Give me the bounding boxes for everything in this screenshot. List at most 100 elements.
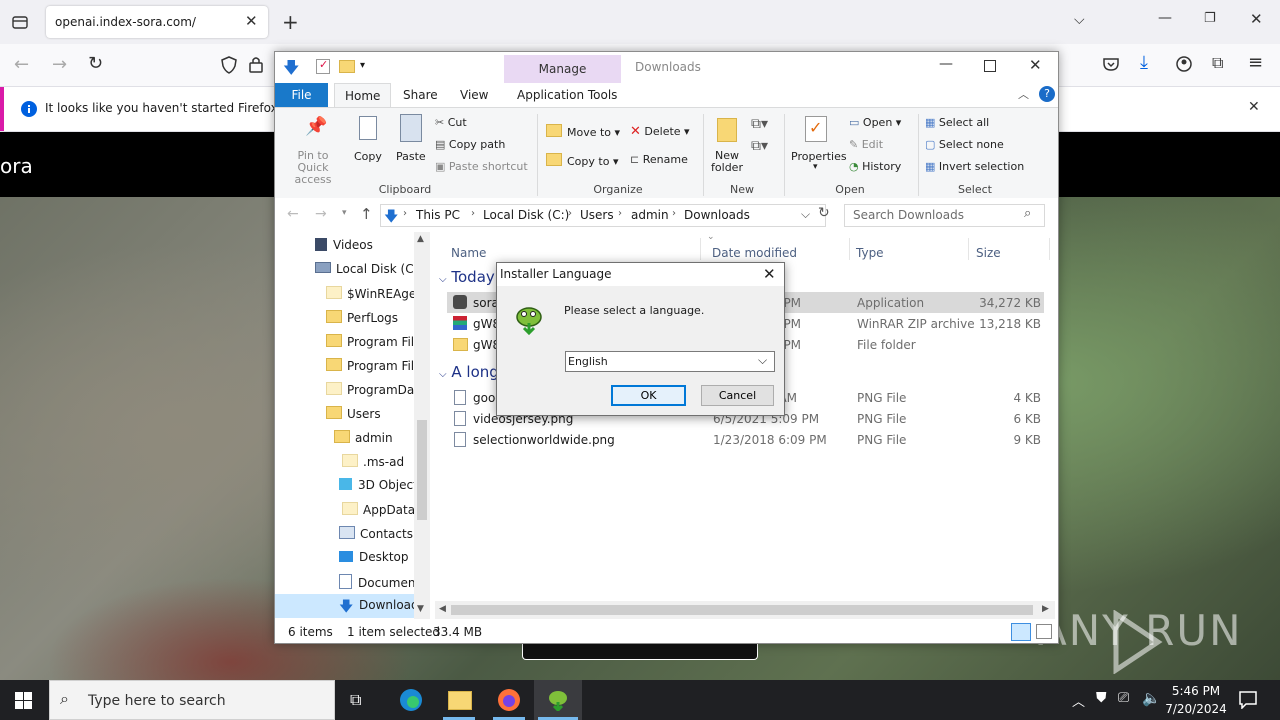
collapse-ribbon-icon[interactable]: ︿	[1018, 86, 1029, 102]
column-name[interactable]: Name	[451, 246, 486, 260]
nav-item-program-files[interactable]: Program Files	[326, 334, 428, 349]
address-dropdown-icon[interactable]: ⌵	[801, 207, 810, 222]
nav-item-admin[interactable]: admin	[334, 430, 393, 445]
copy-button[interactable]: Copy	[351, 114, 385, 176]
paste-shortcut-button[interactable]: ▣ Paste shortcut	[435, 160, 528, 173]
search-box[interactable]: Search Downloads ⌕	[844, 204, 1045, 227]
crumb-downloads[interactable]: Downloads	[684, 208, 750, 222]
scroll-up-icon[interactable]: ▲	[417, 234, 424, 244]
select-none-button[interactable]: ▢ Select none	[925, 138, 1004, 151]
nav-item-downloads[interactable]: 🡇 Downloads	[275, 594, 425, 618]
group-today[interactable]: ⌵ Today	[439, 268, 495, 286]
ok-button[interactable]: OK	[611, 385, 686, 406]
details-view-icon[interactable]	[1011, 623, 1031, 641]
nav-scroll-thumb[interactable]	[417, 420, 427, 520]
easy-access-icon[interactable]: ⧉▾	[751, 138, 768, 154]
address-bar[interactable]: 🡇 › This PC › Local Disk (C:) › Users › …	[380, 204, 826, 227]
scroll-down-icon[interactable]: ▼	[417, 604, 424, 614]
history-button[interactable]: ◔ History	[849, 160, 901, 173]
copy-to-button[interactable]: Copy to ▾	[546, 153, 618, 168]
properties-button[interactable]: ✓ Properties ▾	[787, 114, 847, 176]
notifications-icon[interactable]	[1239, 691, 1257, 709]
language-select[interactable]: English ⌵	[565, 351, 775, 372]
nav-item-users[interactable]: Users	[326, 406, 381, 421]
browser-tab[interactable]: openai.index-sora.com/ ✕	[46, 6, 268, 38]
lock-icon[interactable]	[249, 56, 263, 74]
properties-qat-icon[interactable]: ✓	[316, 58, 330, 74]
nav-item-local-disk[interactable]: Local Disk (C:)	[315, 262, 422, 276]
list-all-tabs-icon[interactable]: ⌵	[1074, 12, 1085, 28]
nav-item-ms-ad[interactable]: .ms-ad	[342, 454, 404, 469]
help-icon[interactable]: ?	[1039, 86, 1055, 102]
group-long-ago[interactable]: ⌵ A long	[439, 363, 499, 381]
tab-home[interactable]: Home	[334, 83, 392, 108]
task-view-icon[interactable]: ⧉	[350, 690, 361, 710]
crumb-admin[interactable]: admin	[631, 208, 669, 222]
nav-item-perflogs[interactable]: PerfLogs	[326, 310, 398, 325]
nav-scrollbar[interactable]: ▲ ▼	[414, 232, 430, 619]
tab-file[interactable]: File	[275, 83, 328, 107]
extensions-icon[interactable]: ⧉	[1212, 53, 1223, 73]
windows-start-icon[interactable]	[15, 692, 32, 709]
tab-share[interactable]: Share	[393, 83, 448, 107]
taskbar-firefox[interactable]	[485, 680, 533, 720]
menu-icon[interactable]: ≡	[1248, 52, 1263, 73]
open-button[interactable]: ▭ Open ▾	[849, 116, 901, 129]
restore-icon[interactable]: ❐	[1204, 11, 1216, 26]
nav-item-contacts[interactable]: Contacts	[339, 526, 413, 541]
tab-application-tools[interactable]: Application Tools	[507, 83, 627, 107]
clock-time[interactable]: 5:46 PM	[1168, 684, 1224, 698]
recent-locations-icon[interactable]: ▾	[342, 208, 347, 218]
taskbar-file-explorer[interactable]	[435, 680, 483, 720]
network-icon[interactable]: ⎚	[1118, 690, 1129, 706]
taskbar-search[interactable]: ⌕ Type here to search	[49, 680, 335, 720]
new-item-icon[interactable]: ⧉▾	[751, 116, 768, 132]
table-row[interactable]: selectionworldwide.png 1/23/2018 6:09 PM…	[447, 429, 1044, 450]
nav-forward-icon[interactable]: →	[315, 206, 327, 222]
nav-item-appdata[interactable]: AppData	[342, 502, 415, 517]
crumb-users[interactable]: Users	[580, 208, 614, 222]
site-logo[interactable]: ora	[0, 154, 33, 178]
dialog-close-icon[interactable]: ✕	[763, 265, 776, 283]
new-folder-qat-icon[interactable]	[339, 60, 355, 73]
tab-view[interactable]: View	[450, 83, 498, 107]
new-tab-icon[interactable]: +	[282, 10, 299, 34]
crumb-local-disk[interactable]: Local Disk (C:)	[483, 208, 569, 222]
back-icon[interactable]: ←	[14, 54, 29, 75]
select-all-button[interactable]: ▦ Select all	[925, 116, 989, 129]
column-date-modified[interactable]: Date modified	[712, 246, 797, 260]
customize-qat-icon[interactable]: ▾	[360, 60, 365, 71]
pocket-icon[interactable]	[1103, 57, 1119, 71]
column-type[interactable]: Type	[856, 246, 884, 260]
clock-date[interactable]: 7/20/2024	[1162, 702, 1230, 716]
nav-item-videos[interactable]: Videos	[315, 238, 373, 252]
account-icon[interactable]	[1176, 56, 1192, 72]
new-folder-button[interactable]: New folder	[707, 114, 747, 176]
crumb-this-pc[interactable]: This PC	[416, 208, 460, 222]
column-size[interactable]: Size	[976, 246, 1001, 260]
device-icon[interactable]: ⛊	[1096, 690, 1107, 706]
horizontal-scroll-thumb[interactable]	[451, 605, 1033, 615]
scroll-left-icon[interactable]: ◀	[439, 604, 446, 614]
invert-selection-button[interactable]: ▦ Invert selection	[925, 160, 1024, 173]
close-window-icon[interactable]: ✕	[1250, 10, 1263, 28]
nav-item-program-files-x86[interactable]: Program Files	[326, 358, 428, 373]
refresh-icon[interactable]: ↻	[818, 205, 830, 221]
nav-back-icon[interactable]: ←	[287, 206, 299, 222]
manage-context-tab[interactable]: Manage	[504, 55, 621, 83]
downloads-icon[interactable]: ⤓	[1140, 52, 1148, 73]
taskbar-edge[interactable]	[387, 680, 435, 720]
tab-list-icon[interactable]	[12, 14, 28, 30]
copy-path-button[interactable]: ▤ Copy path	[435, 138, 505, 151]
close-tab-icon[interactable]: ✕	[245, 12, 258, 30]
nav-item-3d-objects[interactable]: 3D Objects	[339, 478, 424, 492]
volume-icon[interactable]: 🔈	[1142, 689, 1161, 707]
minimize-icon[interactable]: —	[1158, 10, 1172, 26]
taskbar-installer[interactable]	[534, 680, 582, 720]
pin-quick-access-button[interactable]: 📌 Pin to Quick access	[281, 114, 345, 186]
up-icon[interactable]: ↑	[360, 205, 373, 223]
rename-button[interactable]: ⊏ Rename	[630, 153, 688, 166]
paste-button[interactable]: Paste	[393, 114, 427, 176]
cut-button[interactable]: ✂ Cut	[435, 116, 467, 129]
nav-item-desktop[interactable]: Desktop	[339, 550, 409, 564]
